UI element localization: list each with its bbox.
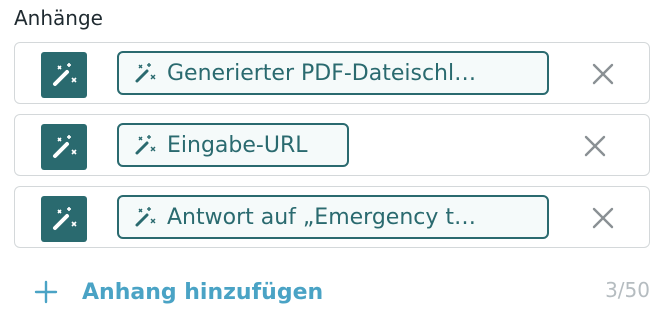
close-icon[interactable] bbox=[583, 134, 607, 158]
attachment-row: Generierter PDF-Dateischl… bbox=[14, 42, 650, 104]
attachment-chip[interactable]: Eingabe-URL bbox=[117, 123, 349, 167]
attachment-row: Eingabe-URL bbox=[14, 114, 650, 176]
magic-wand-icon bbox=[41, 52, 87, 98]
magic-wand-icon bbox=[135, 207, 156, 227]
magic-wand-icon bbox=[135, 63, 156, 83]
add-attachment-button[interactable]: Anhang hinzufügen bbox=[34, 276, 323, 308]
close-icon[interactable] bbox=[591, 206, 615, 230]
attachment-chip-label: Antwort auf „Emergency t… bbox=[167, 204, 476, 230]
attachment-chip-label: Eingabe-URL bbox=[167, 132, 308, 158]
attachment-chip-label: Generierter PDF-Dateischl… bbox=[167, 60, 477, 86]
attachment-counter: 3/50 bbox=[605, 278, 650, 302]
add-attachment-label: Anhang hinzufügen bbox=[82, 279, 324, 305]
magic-wand-icon bbox=[41, 124, 87, 170]
attachment-chip[interactable]: Generierter PDF-Dateischl… bbox=[117, 51, 549, 95]
attachments-list: Generierter PDF-Dateischl… Eingabe-URL A… bbox=[14, 42, 650, 258]
plus-icon bbox=[34, 280, 58, 304]
magic-wand-icon bbox=[41, 196, 87, 242]
attachment-chip[interactable]: Antwort auf „Emergency t… bbox=[117, 195, 549, 239]
attachments-section-label: Anhänge bbox=[14, 6, 103, 30]
attachment-row: Antwort auf „Emergency t… bbox=[14, 186, 650, 248]
magic-wand-icon bbox=[135, 135, 156, 155]
close-icon[interactable] bbox=[591, 62, 615, 86]
